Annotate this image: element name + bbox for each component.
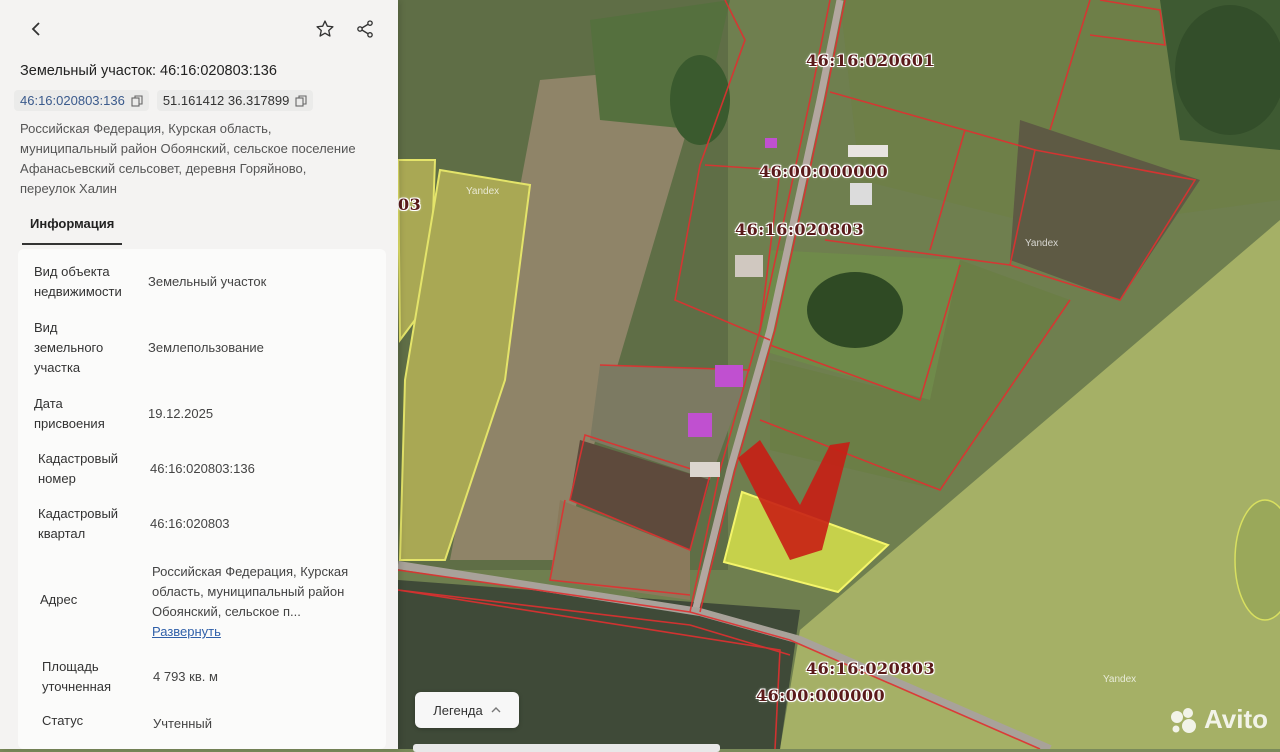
info-value: 4 793 кв. м (153, 669, 218, 684)
address-full-text: Российская Федерация, Курская область, м… (152, 564, 349, 619)
cadastral-label: 46:16:020803 (806, 659, 936, 678)
yandex-watermark: Yandex (1025, 238, 1059, 249)
avito-logo-icon (1170, 707, 1196, 733)
address-summary: Российская Федерация, Курская область, м… (20, 119, 385, 199)
cadastral-label: 46:00:000000 (756, 686, 886, 705)
tab-information[interactable]: Информация (22, 212, 123, 245)
page-title: Земельный участок: 46:16:020803:136 (20, 63, 277, 79)
favorite-button[interactable] (312, 16, 338, 42)
cadastral-number-chip[interactable]: 46:16:020803:136 (14, 90, 149, 111)
copy-icon (131, 94, 143, 107)
info-value: 46:16:020803:136 (150, 461, 255, 476)
tab-bar: Информация (22, 212, 123, 245)
legend-button[interactable]: Легенда (415, 692, 519, 728)
chevron-left-icon (31, 22, 40, 36)
info-key: Адрес (40, 592, 78, 607)
info-key: Вид земельного участка (34, 320, 104, 375)
identifier-chips: 46:16:020803:136 51.161412 36.317899 (14, 90, 314, 111)
info-value: 19.12.2025 (148, 406, 214, 421)
share-icon (357, 20, 373, 38)
panel-header (0, 0, 398, 58)
cadastral-label: 03 (398, 195, 422, 214)
info-table: Вид объекта недвижимости Земельный участ… (18, 249, 386, 749)
info-key: Кадастровый номер (38, 451, 119, 486)
coordinates-text: 51.161412 36.317899 (162, 93, 290, 108)
legend-label: Легенда (433, 702, 483, 718)
address-line: переулок Халин (20, 181, 117, 196)
cadastral-label: 46:16:020601 (806, 51, 936, 70)
share-button[interactable] (352, 16, 378, 42)
chevron-up-icon (491, 707, 501, 713)
info-key: Вид объекта недвижимости (34, 264, 122, 299)
back-button[interactable] (23, 16, 49, 42)
cadastral-number-text: 46:16:020803:136 (20, 93, 125, 108)
info-key: Кадастровый квартал (38, 506, 119, 541)
copy-icon (295, 94, 307, 107)
bottom-sheet-edge (413, 744, 720, 752)
address-line: Афанасьевский сельсовет, деревня Горяйно… (20, 161, 307, 176)
object-info-panel: Земельный участок: 46:16:020803:136 46:1… (0, 0, 398, 749)
avito-watermark: Avito (1168, 704, 1268, 735)
info-value: Российская Федерация, Курская область, м… (152, 562, 377, 642)
coordinates-chip[interactable]: 51.161412 36.317899 (156, 90, 314, 111)
yandex-watermark: Yandex (466, 186, 500, 197)
info-value: Земельный участок (148, 274, 267, 289)
address-line: Российская Федерация, Курская область, (20, 121, 272, 136)
info-key: Статус (42, 713, 84, 728)
info-value: Учтенный (153, 716, 213, 731)
info-value: 46:16:020803 (150, 516, 230, 531)
cadastral-label: 46:00:000000 (759, 162, 889, 181)
expand-address-link[interactable]: Развернуть (152, 622, 377, 642)
info-key: Площадь уточненная (42, 659, 112, 694)
address-line: муниципальный район Обоянский, сельское … (20, 141, 356, 156)
yandex-watermark: Yandex (1103, 674, 1137, 685)
info-value: Землепользование (148, 340, 264, 355)
info-key: Дата присвоения (34, 396, 105, 431)
cadastral-label: 46:16:020803 (735, 220, 865, 239)
star-icon (316, 20, 334, 37)
